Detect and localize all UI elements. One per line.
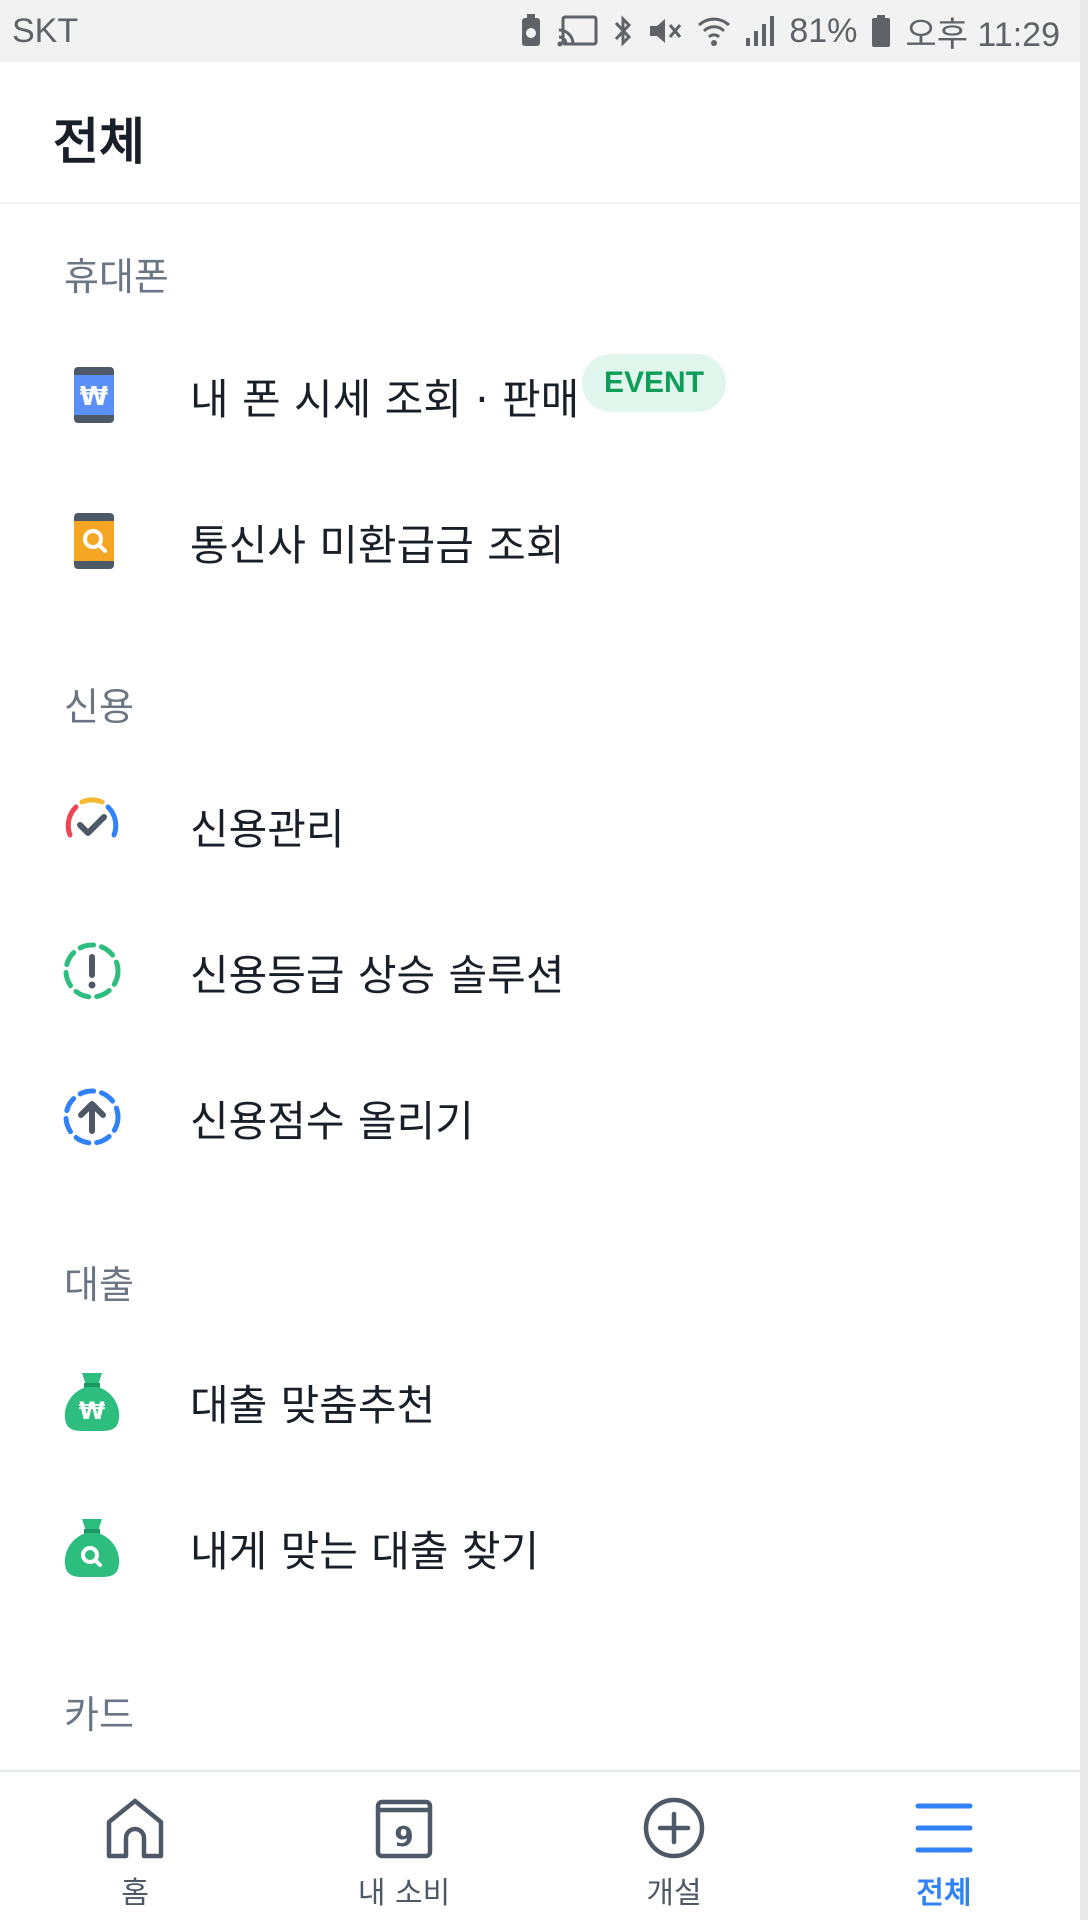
menu-item-label: 통신사 미환급금 조회 <box>190 521 565 570</box>
svg-text:9: 9 <box>394 1820 413 1853</box>
section-title-loan: 대출 <box>64 1263 134 1307</box>
status-bar: SKT 81% 오후 11:29 <box>0 0 1080 62</box>
page-header: 전체 <box>0 62 1080 204</box>
cast-icon <box>557 14 599 48</box>
menu-item-carrier-refund[interactable]: 통신사 미환급금 조회 <box>0 474 1080 604</box>
menu-item-credit-score-up[interactable]: 신용점수 올리기 <box>0 1050 1080 1180</box>
tab-my-spending[interactable]: 9 내 소비 <box>324 1772 484 1922</box>
event-badge: EVENT <box>582 354 727 412</box>
credit-check-icon <box>60 793 124 857</box>
bottom-tab-bar: 홈 9 내 소비 개설 전체 <box>0 1770 1080 1922</box>
section-title-card: 카드 <box>64 1693 134 1737</box>
tab-label: 홈 <box>121 1876 149 1911</box>
menu-list[interactable]: 휴대폰 ₩ 내 폰 시세 조회 · 판매 EVENT 통신사 미환급금 조회 신… <box>0 204 1080 1770</box>
calendar-icon: 9 <box>375 1799 433 1859</box>
status-icons: 81% 오후 11:29 <box>519 10 1060 54</box>
carrier-label: SKT <box>12 12 79 50</box>
status-time: 오후 11:29 <box>905 15 1060 54</box>
money-bag-search-icon <box>60 1515 124 1579</box>
tab-label: 내 소비 <box>357 1876 451 1911</box>
wifi-icon <box>697 14 731 48</box>
battery-saver-icon <box>519 14 543 48</box>
bluetooth-icon <box>613 14 633 48</box>
menu-item-label: 신용등급 상승 솔루션 <box>190 951 565 1000</box>
menu-item-loan-recommend[interactable]: ₩ 대출 맞춤추천 <box>0 1334 1080 1464</box>
page-title: 전체 <box>53 113 145 171</box>
menu-item-label: 대출 맞춤추천 <box>190 1381 436 1430</box>
svg-text:₩: ₩ <box>79 1397 106 1425</box>
section-title-phone: 휴대폰 <box>64 255 169 299</box>
menu-item-label: 신용관리 <box>190 805 345 854</box>
tab-all[interactable]: 전체 <box>864 1772 1024 1922</box>
menu-item-label: 신용점수 올리기 <box>190 1097 474 1146</box>
tab-open[interactable]: 개설 <box>594 1772 754 1922</box>
menu-item-credit-solution[interactable]: 신용등급 상승 솔루션 <box>0 904 1080 1034</box>
phone-won-icon: ₩ <box>60 363 124 427</box>
tab-label: 전체 <box>916 1876 972 1911</box>
svg-text:₩: ₩ <box>80 382 109 412</box>
menu-item-credit-manage[interactable]: 신용관리 <box>0 758 1080 888</box>
plus-circle-icon <box>643 1797 705 1859</box>
menu-item-label: 내게 맞는 대출 찾기 <box>190 1527 540 1576</box>
phone-search-icon <box>60 509 124 573</box>
menu-item-phone-price[interactable]: ₩ 내 폰 시세 조회 · 판매 EVENT <box>0 328 1080 458</box>
money-bag-won-icon: ₩ <box>60 1369 124 1433</box>
home-icon <box>106 1798 164 1859</box>
section-title-credit: 신용 <box>64 685 134 729</box>
mute-icon <box>647 14 683 48</box>
menu-item-label: 내 폰 시세 조회 · 판매 <box>190 375 580 424</box>
credit-alert-icon <box>60 939 124 1003</box>
battery-icon <box>871 14 891 48</box>
scroll-edge <box>1080 0 1088 1920</box>
tab-home[interactable]: 홈 <box>55 1772 215 1922</box>
credit-up-icon <box>60 1085 124 1149</box>
menu-item-loan-find[interactable]: 내게 맞는 대출 찾기 <box>0 1480 1080 1610</box>
menu-icon <box>915 1803 973 1853</box>
signal-icon <box>745 14 775 48</box>
battery-percent: 81% <box>789 11 858 50</box>
tab-label: 개설 <box>646 1876 702 1911</box>
